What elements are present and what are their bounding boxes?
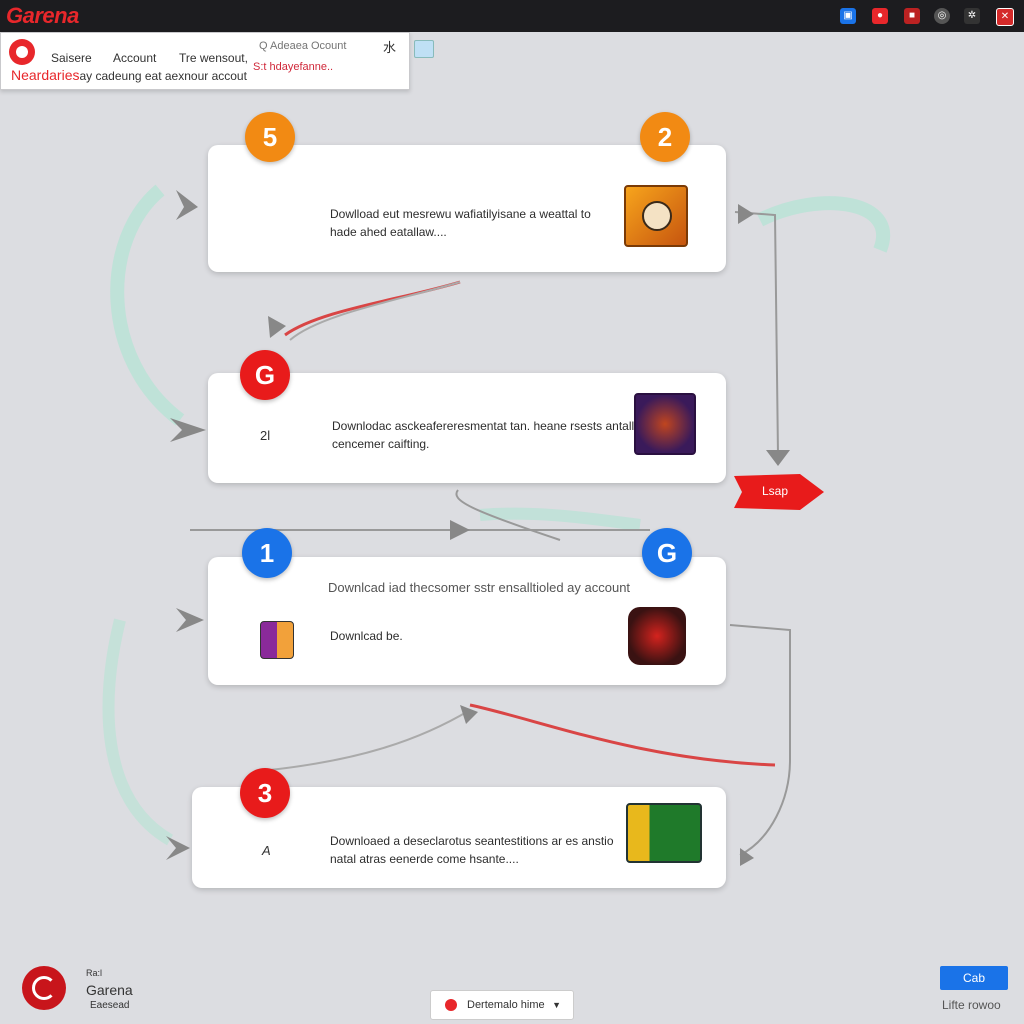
step-4-line2: natal atras eenerde come hsante.... [330, 852, 519, 866]
capture-icon[interactable]: ■ [904, 8, 920, 24]
step-1-line2: hade ahed eatallaw.... [330, 225, 447, 239]
search-input[interactable] [259, 37, 369, 55]
step-4-text: Downloaed a deseclarotus seantestitions … [330, 832, 614, 868]
step-2-line1: Downlodac asckeafereresmentat tan. heane… [332, 419, 651, 433]
footer-tagline: Eaesead [90, 1000, 130, 1011]
step-2-text: Downlodac asckeafereresmentat tan. heane… [332, 417, 650, 453]
step-badge-4: 1 [242, 528, 292, 578]
footer-logo-mark [32, 976, 56, 1000]
step-badge-1: 5 [245, 112, 295, 162]
window-icon[interactable]: ▣ [840, 8, 856, 24]
language-flag-icon [445, 999, 457, 1011]
tab-account[interactable]: Account [113, 51, 156, 65]
step-badge-6: 3 [240, 768, 290, 818]
nav-subtitle: Neardariesay cadeung eat aexnour accout [11, 67, 247, 83]
step-card-3[interactable]: Downlcad iad thecsomer sstr ensalltioled… [208, 557, 726, 685]
potion-icon [260, 621, 294, 659]
language-select[interactable]: Dertemalo hime ▼ [430, 990, 574, 1020]
flag-icon [626, 803, 702, 863]
step-3-header: Downlcad iad thecsomer sstr ensalltioled… [328, 580, 631, 595]
step-badge-3: G [240, 350, 290, 400]
cta-button[interactable]: Cab [940, 966, 1008, 990]
search-suggestion[interactable]: S:t hdayefanne.. [253, 61, 333, 73]
step-2-line2: cencemer caifting. [332, 437, 430, 451]
tab-news[interactable]: Tre wensout, [179, 51, 248, 65]
step-card-2[interactable]: 2l Downlodac asckeafereresmentat tan. he… [208, 373, 726, 483]
app-brand: Garena [6, 3, 79, 28]
next-tag-label[interactable]: Lsap [762, 484, 788, 498]
step-1-line1: Dowlload eut mesrewu wafiatilyisane a we… [330, 207, 591, 221]
cta-sub-label: Lifte rowoo [942, 998, 1001, 1012]
footer-logo-icon [22, 966, 66, 1010]
footer-small-label: Ra:l [86, 968, 103, 978]
step-badge-5: G [642, 528, 692, 578]
title-bar: Garena ▣ ● ■ ◎ ✲ ✕ [0, 0, 1024, 32]
sword-icon [624, 185, 688, 247]
step-3-line1: Downlcad be. [330, 629, 403, 643]
language-select-label: Dertemalo hime [467, 999, 545, 1011]
panel-expand-icon[interactable] [414, 40, 434, 58]
globe-icon[interactable]: ◎ [934, 8, 950, 24]
nav-panel: Saisere Account Tre wensout, Neardariesa… [0, 32, 410, 90]
step-badge-2: 2 [640, 112, 690, 162]
close-icon[interactable]: ✕ [996, 8, 1014, 26]
step-4-number: A [262, 843, 271, 858]
step-card-1[interactable]: Dowlload eut mesrewu wafiatilyisane a we… [208, 145, 726, 272]
nav-subtitle-text: ay cadeung eat aexnour accout [79, 69, 247, 83]
warrior-icon [634, 393, 696, 455]
nav-subtitle-brand: Neardaries [11, 67, 80, 83]
step-2-number: 2l [260, 428, 271, 443]
sword-emblem [642, 201, 672, 231]
record-icon[interactable]: ● [872, 8, 888, 24]
step-1-text: Dowlload eut mesrewu wafiatilyisane a we… [330, 205, 591, 241]
dragon-icon [628, 607, 686, 665]
footer-brand: Garena [86, 982, 133, 998]
search-icon[interactable]: 水 [383, 37, 396, 56]
tab-saisere[interactable]: Saisere [51, 51, 92, 65]
garena-logo-icon [9, 39, 35, 65]
chevron-down-icon: ▼ [552, 1000, 561, 1010]
step-4-line1: Downloaed a deseclarotus seantestitions … [330, 834, 614, 848]
settings-icon[interactable]: ✲ [964, 8, 980, 24]
